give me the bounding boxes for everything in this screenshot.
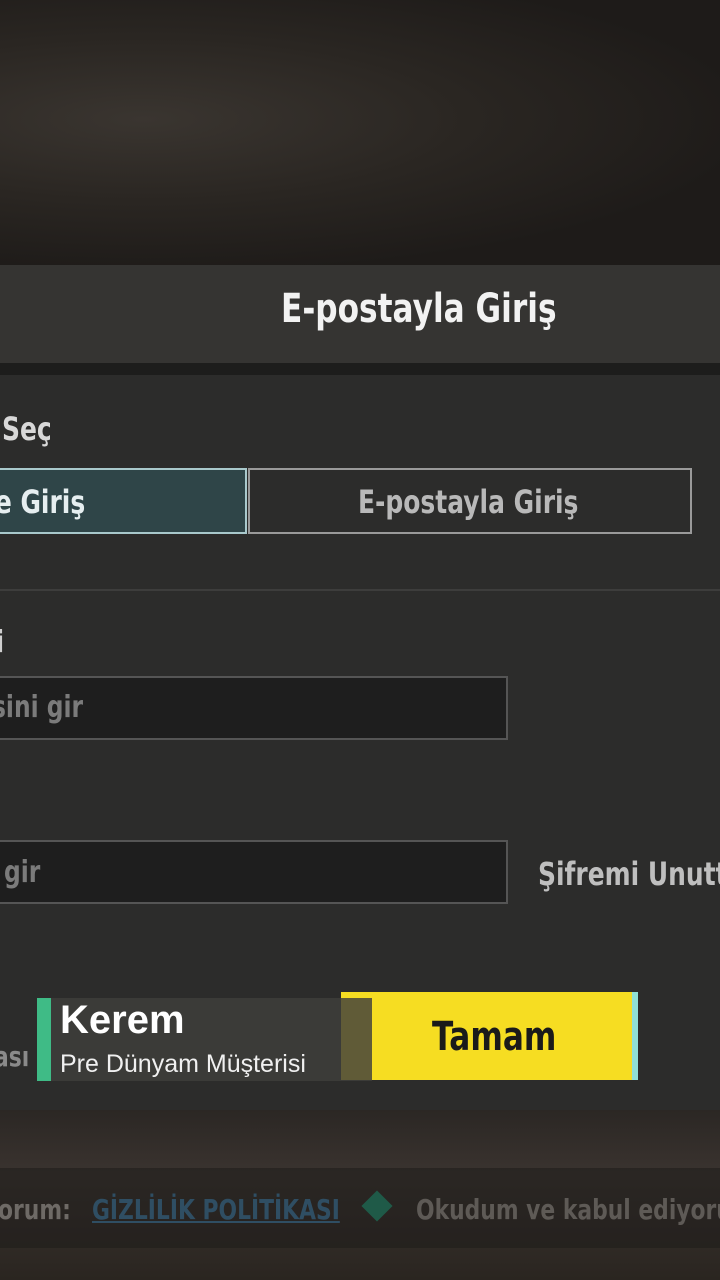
- email-input-placeholder: sini gir: [0, 690, 84, 725]
- tab-phone-login-label: yle Giriş: [0, 483, 86, 521]
- forgot-password-link[interactable]: Şifremi Unutt: [538, 855, 720, 893]
- confirm-button-label: Tamam: [432, 1014, 557, 1060]
- email-field-label: i: [0, 625, 4, 660]
- tab-email-login-label: E-postayla Giriş: [358, 483, 579, 521]
- privacy-policy-link[interactable]: GİZLİLİK POLİTİKASI: [92, 1193, 340, 1226]
- caption-name: Kerem: [60, 998, 185, 1042]
- login-method-label: Seç: [2, 410, 52, 448]
- footer-prefix-text: orum:: [0, 1193, 71, 1226]
- caption-accent-bar: [37, 998, 51, 1081]
- section-divider: [0, 589, 720, 591]
- dialog-title: E-postayla Giriş: [280, 286, 557, 332]
- accept-terms-text: Okudum ve kabul ediyoru: [416, 1193, 720, 1226]
- caption-subtitle: Pre Dünyam Müşterisi: [60, 1050, 306, 1078]
- cropped-left-text: ası: [0, 1040, 30, 1073]
- game-background-top: [0, 0, 720, 265]
- password-input-placeholder: gir: [4, 855, 41, 890]
- header-separator: [0, 363, 720, 375]
- password-input[interactable]: [0, 840, 508, 904]
